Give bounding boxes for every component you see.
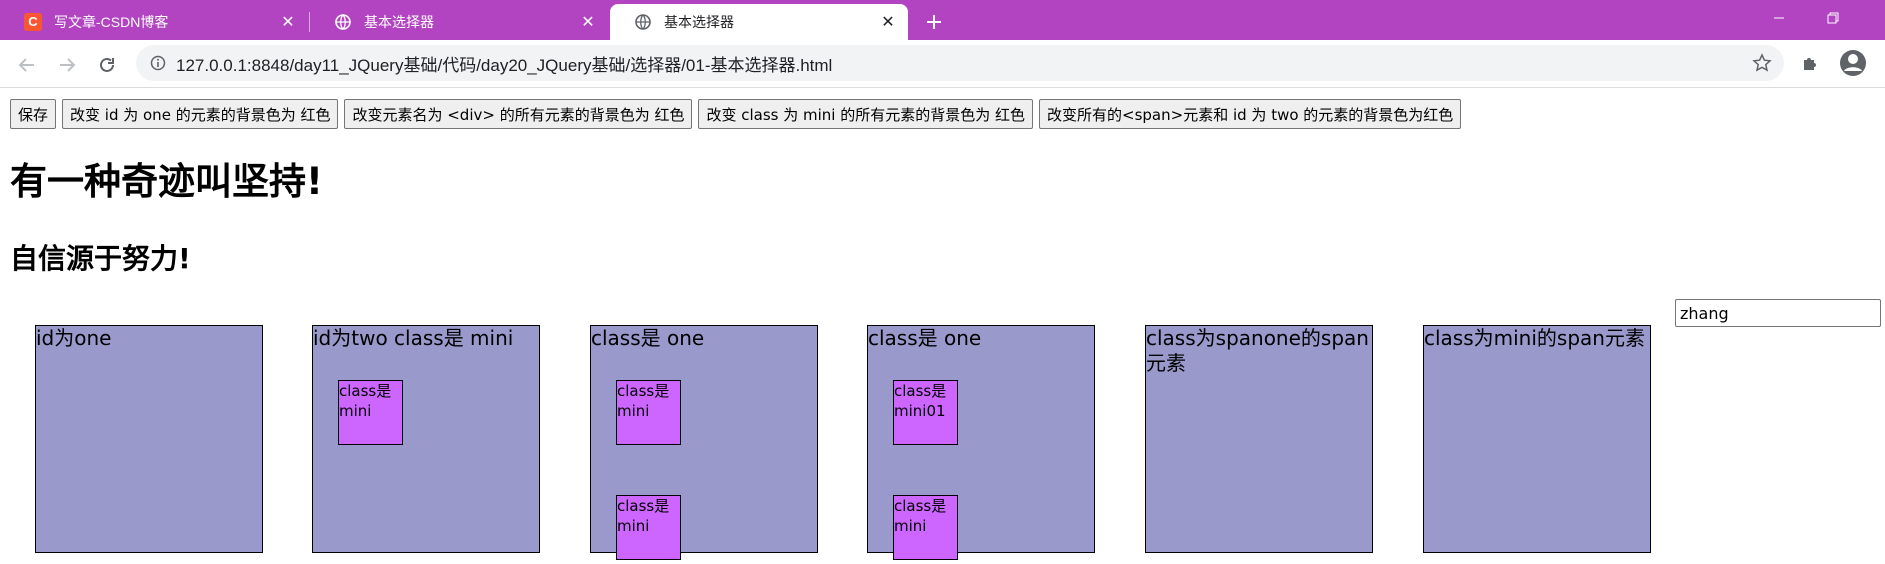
browser-toolbar: 127.0.0.1:8848/day11_JQuery基础/代码/day20_J…	[0, 40, 1885, 88]
extensions-puzzle-icon[interactable]	[1800, 52, 1822, 79]
box-span-mini: class为mini的span元素	[1423, 325, 1651, 553]
back-arrow-icon	[18, 58, 34, 72]
tab-title: 基本选择器	[364, 14, 434, 30]
restore-icon	[1827, 12, 1839, 24]
close-icon[interactable]: ✕	[278, 12, 298, 32]
change-div-elements-button[interactable]: 改变元素名为 <div> 的所有元素的背景色为 红色	[344, 99, 693, 129]
restore-button[interactable]	[1810, 0, 1856, 36]
box-id-one: id为one	[35, 325, 263, 553]
mini-box: class是 mini	[893, 495, 958, 560]
reload-icon	[100, 57, 114, 72]
box-id-two: id为two class是 mini class是 mini	[312, 325, 540, 553]
tab-bar: C 写文章-CSDN博客 ✕ 基本选择器 ✕ 基本选择器 ✕	[0, 0, 1885, 40]
tab-title: 基本选择器	[664, 14, 734, 30]
change-span-and-two-button[interactable]: 改变所有的<span>元素和 id 为 two 的元素的背景色为红色	[1039, 99, 1462, 129]
address-bar[interactable]: 127.0.0.1:8848/day11_JQuery基础/代码/day20_J…	[136, 45, 1784, 81]
plus-icon	[927, 15, 941, 29]
box-label: class是 one	[591, 326, 705, 350]
reload-button[interactable]	[94, 52, 120, 78]
button-row: 保存 改变 id 为 one 的元素的背景色为 红色 改变元素名为 <div> …	[10, 99, 1467, 129]
tab-basic-selector-1[interactable]: 基本选择器 ✕	[310, 4, 608, 40]
url-text: 127.0.0.1:8848/day11_JQuery基础/代码/day20_J…	[176, 55, 833, 75]
info-icon[interactable]	[150, 55, 166, 71]
page-heading: 有一种奇迹叫坚持!	[10, 160, 323, 203]
globe-icon	[334, 13, 352, 31]
box-label: class为mini的span元素	[1424, 326, 1645, 350]
minimize-icon	[1774, 17, 1784, 19]
back-button[interactable]	[14, 52, 40, 78]
tab-basic-selector-2[interactable]: 基本选择器 ✕	[610, 4, 908, 40]
page-content: 保存 改变 id 为 one 的元素的背景色为 红色 改变元素名为 <div> …	[0, 89, 1885, 564]
bookmark-star-icon[interactable]	[1752, 53, 1772, 78]
box-class-one: class是 one class是 mini01 class是 mini	[867, 325, 1095, 560]
mini-box: class是 mini	[616, 380, 681, 445]
mini-box: class是 mini	[338, 380, 403, 445]
csdn-icon: C	[24, 13, 42, 31]
box-span-spanone: class为spanone的span元素	[1145, 325, 1373, 553]
tab-title: 写文章-CSDN博客	[54, 14, 169, 30]
profile-avatar-icon[interactable]	[1838, 48, 1868, 83]
mini-box: class是 mini	[616, 495, 681, 560]
tab-csdn[interactable]: C 写文章-CSDN博客 ✕	[0, 4, 308, 40]
save-button[interactable]: 保存	[10, 99, 57, 129]
close-icon[interactable]: ✕	[578, 12, 598, 32]
box-label: class是 one	[868, 326, 982, 350]
box-label: id为one	[36, 326, 112, 350]
globe-icon	[634, 13, 652, 31]
change-id-one-button[interactable]: 改变 id 为 one 的元素的背景色为 红色	[62, 99, 339, 129]
forward-arrow-icon	[60, 58, 76, 72]
box-class-one: class是 one class是 mini class是 mini	[590, 325, 818, 560]
box-label: class为spanone的span元素	[1146, 326, 1369, 375]
box-label: id为two class是 mini	[313, 326, 514, 350]
page-subheading: 自信源于努力!	[10, 242, 191, 275]
mini-box: class是 mini01	[893, 380, 958, 445]
change-class-mini-button[interactable]: 改变 class 为 mini 的所有元素的背景色为 红色	[698, 99, 1034, 129]
close-icon[interactable]: ✕	[878, 12, 898, 32]
new-tab-button[interactable]	[920, 8, 948, 36]
minimize-button[interactable]	[1756, 0, 1802, 36]
forward-button[interactable]	[54, 52, 80, 78]
text-input[interactable]	[1675, 299, 1881, 327]
